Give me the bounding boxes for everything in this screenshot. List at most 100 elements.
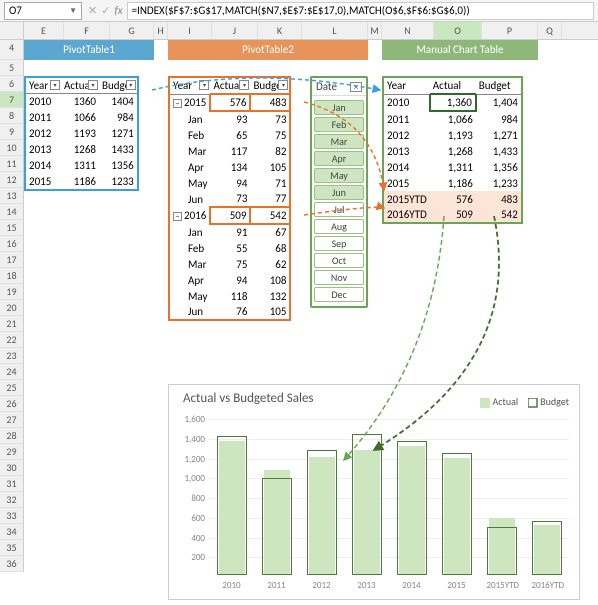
- column-header-G[interactable]: G: [110, 22, 154, 39]
- table-row[interactable]: –2015576483: [169, 94, 290, 111]
- filter-dropdown-icon[interactable]: ▾: [199, 80, 209, 90]
- table-row[interactable]: Jan9167: [169, 224, 290, 240]
- pivot-table-1[interactable]: Year▾Actual▾Budget▾ 20101360140420111066…: [24, 76, 139, 191]
- cancel-icon[interactable]: ✕: [88, 4, 97, 17]
- column-header-O[interactable]: O: [434, 22, 482, 39]
- bar-2010[interactable]: 2010: [217, 419, 247, 575]
- table-row[interactable]: May118132: [169, 288, 290, 304]
- table-row[interactable]: 201211931271: [25, 126, 138, 142]
- column-header-M[interactable]: M: [368, 22, 382, 39]
- table-row[interactable]: 20131,2681,433: [383, 143, 522, 159]
- row-header-35[interactable]: 35: [0, 540, 24, 556]
- slicer-item-may[interactable]: May: [314, 168, 364, 183]
- collapse-icon[interactable]: –: [173, 212, 182, 221]
- row-header-26[interactable]: 26: [0, 396, 24, 412]
- row-header-29[interactable]: 29: [0, 444, 24, 460]
- row-header-24[interactable]: 24: [0, 364, 24, 380]
- row-header-15[interactable]: 15: [0, 220, 24, 236]
- table-row[interactable]: May9471: [169, 175, 290, 191]
- row-header-21[interactable]: 21: [0, 316, 24, 332]
- table-row[interactable]: 201413111356: [25, 158, 138, 174]
- slicer-item-sep[interactable]: Sep: [314, 236, 364, 251]
- table-row[interactable]: 2016YTD509542: [383, 207, 522, 223]
- filter-dropdown-icon[interactable]: ▾: [278, 80, 288, 90]
- pt1-header[interactable]: Year▾: [25, 77, 61, 94]
- row-header-30[interactable]: 30: [0, 460, 24, 476]
- slicer-item-aug[interactable]: Aug: [314, 219, 364, 234]
- table-row[interactable]: 2015YTD576483: [383, 191, 522, 207]
- table-row[interactable]: 201511861233: [25, 174, 138, 190]
- cells-area[interactable]: PivotTable1 PivotTable2 Manual Chart Tab…: [24, 40, 598, 604]
- chevron-down-icon[interactable]: ▼: [69, 6, 77, 16]
- column-header-K[interactable]: K: [258, 22, 302, 39]
- row-header-17[interactable]: 17: [0, 252, 24, 268]
- row-header-20[interactable]: 20: [0, 300, 24, 316]
- column-header-J[interactable]: J: [212, 22, 258, 39]
- table-row[interactable]: Jan9373: [169, 111, 290, 127]
- row-header-32[interactable]: 32: [0, 492, 24, 508]
- row-header-10[interactable]: 10: [0, 140, 24, 156]
- row-header-13[interactable]: 13: [0, 188, 24, 204]
- table-row[interactable]: Feb5568: [169, 240, 290, 256]
- table-row[interactable]: Mar11782: [169, 143, 290, 159]
- bar-2014[interactable]: 2014: [397, 419, 427, 575]
- row-header-23[interactable]: 23: [0, 348, 24, 364]
- slicer-item-nov[interactable]: Nov: [314, 270, 364, 285]
- row-header-18[interactable]: 18: [0, 268, 24, 284]
- filter-dropdown-icon[interactable]: ▾: [126, 80, 136, 90]
- collapse-icon[interactable]: –: [173, 99, 182, 108]
- row-header-9[interactable]: 9: [0, 124, 24, 140]
- row-header-25[interactable]: 25: [0, 380, 24, 396]
- row-header-16[interactable]: 16: [0, 236, 24, 252]
- row-header-34[interactable]: 34: [0, 524, 24, 540]
- pt2-header[interactable]: Actual▾: [210, 77, 250, 94]
- row-header-33[interactable]: 33: [0, 508, 24, 524]
- row-header-8[interactable]: 8: [0, 108, 24, 124]
- slicer-item-feb[interactable]: Feb: [314, 117, 364, 132]
- table-row[interactable]: 20141,3111,356: [383, 159, 522, 175]
- chart-actual-vs-budget[interactable]: Actual vs Budgeted Sales Actual Budget 2…: [168, 384, 580, 600]
- formula-input[interactable]: =INDEX($F$7:$G$17,MATCH($N7,$E$7:$E$17,0…: [127, 2, 594, 20]
- confirm-icon[interactable]: ✓: [101, 4, 110, 17]
- column-header-H[interactable]: H: [154, 22, 168, 39]
- clear-filter-icon[interactable]: ⨯: [350, 82, 362, 92]
- bar-2015[interactable]: 2015: [442, 419, 472, 575]
- slicer-item-apr[interactable]: Apr: [314, 151, 364, 166]
- table-row[interactable]: 20101,3601,404: [383, 94, 522, 111]
- row-header-5[interactable]: 5: [0, 60, 24, 76]
- filter-dropdown-icon[interactable]: ▾: [239, 80, 249, 90]
- row-header-4[interactable]: 4: [0, 40, 24, 60]
- date-slicer[interactable]: Date ⨯ JanFebMarAprMayJunJulAugSepOctNov…: [310, 76, 368, 308]
- slicer-item-mar[interactable]: Mar: [314, 134, 364, 149]
- fx-icon[interactable]: fx: [114, 4, 122, 17]
- table-row[interactable]: Apr94108: [169, 272, 290, 288]
- table-row[interactable]: Feb6575: [169, 127, 290, 143]
- row-header-22[interactable]: 22: [0, 332, 24, 348]
- table-row[interactable]: 20121,1931,271: [383, 127, 522, 143]
- table-row[interactable]: Apr134105: [169, 159, 290, 175]
- table-row[interactable]: 201013601404: [25, 94, 138, 110]
- pt1-header[interactable]: Budget▾: [99, 77, 138, 94]
- pt2-header[interactable]: Year▾: [169, 77, 210, 94]
- slicer-item-jul[interactable]: Jul: [314, 202, 364, 217]
- column-header-E[interactable]: E: [24, 22, 64, 39]
- row-header-19[interactable]: 19: [0, 284, 24, 300]
- row-header-11[interactable]: 11: [0, 156, 24, 172]
- column-header-Q[interactable]: Q: [538, 22, 562, 39]
- row-header-7[interactable]: 7: [0, 92, 24, 108]
- row-header-28[interactable]: 28: [0, 428, 24, 444]
- name-box[interactable]: O7 ▼: [4, 2, 82, 20]
- column-header-F[interactable]: F: [64, 22, 110, 39]
- pt2-header[interactable]: Budget▾: [250, 77, 290, 94]
- table-row[interactable]: 20151,1861,233: [383, 175, 522, 191]
- bar-2015YTD[interactable]: 2015YTD: [487, 419, 517, 575]
- row-header-12[interactable]: 12: [0, 172, 24, 188]
- pt1-header[interactable]: Actual▾: [61, 77, 99, 94]
- slicer-item-oct[interactable]: Oct: [314, 253, 364, 268]
- slicer-item-dec[interactable]: Dec: [314, 287, 364, 302]
- slicer-item-jan[interactable]: Jan: [314, 100, 364, 115]
- slicer-item-jun[interactable]: Jun: [314, 185, 364, 200]
- bar-2011[interactable]: 2011: [262, 419, 292, 575]
- table-row[interactable]: Jun76105: [169, 304, 290, 320]
- row-header-36[interactable]: 36: [0, 556, 24, 572]
